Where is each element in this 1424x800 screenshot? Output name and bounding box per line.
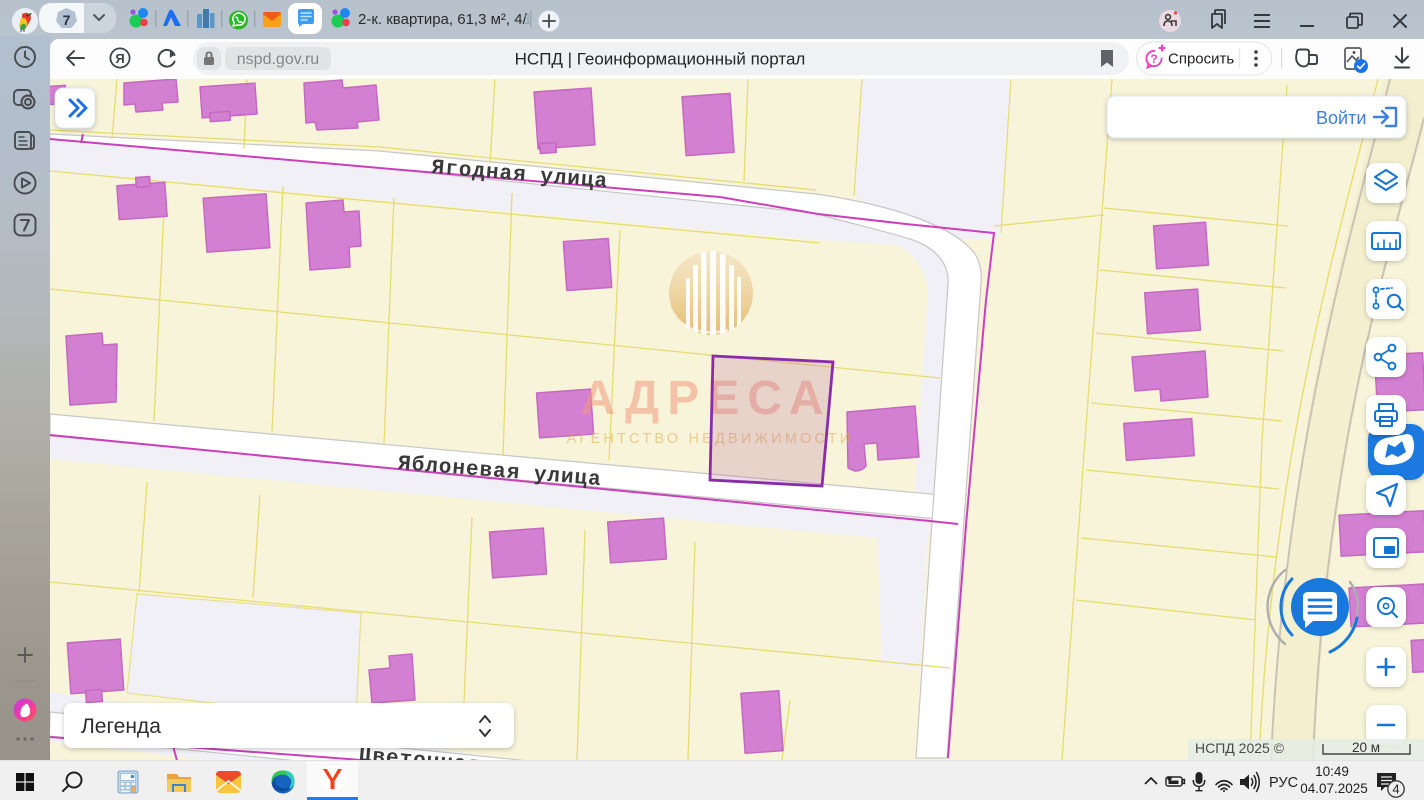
svg-text:Спросить: Спросить bbox=[1168, 51, 1234, 68]
svg-text:Легенда: Легенда bbox=[81, 715, 161, 738]
svg-text:20 м: 20 м bbox=[1352, 740, 1380, 755]
svg-text:Войти: Войти bbox=[1316, 108, 1366, 128]
svg-text:Я: Я bbox=[115, 51, 124, 66]
svg-text:НСПД | Геоинформационный порта: НСПД | Геоинформационный портал bbox=[515, 50, 806, 69]
svg-text:nspd.gov.ru: nspd.gov.ru bbox=[237, 51, 319, 68]
svg-text:04.07.2025: 04.07.2025 bbox=[1300, 781, 1368, 796]
svg-text:7: 7 bbox=[63, 12, 71, 28]
svg-text:НСПД 2025 ©: НСПД 2025 © bbox=[1195, 740, 1285, 756]
svg-text:РУС: РУС bbox=[1269, 775, 1298, 791]
svg-text:?: ? bbox=[1150, 52, 1157, 66]
svg-text:10:49: 10:49 bbox=[1315, 764, 1349, 779]
svg-text:4: 4 bbox=[1392, 782, 1399, 797]
svg-text:2-к. квартира, 61,3 м², 4/: 2-к. квартира, 61,3 м², 4/ bbox=[358, 11, 528, 28]
